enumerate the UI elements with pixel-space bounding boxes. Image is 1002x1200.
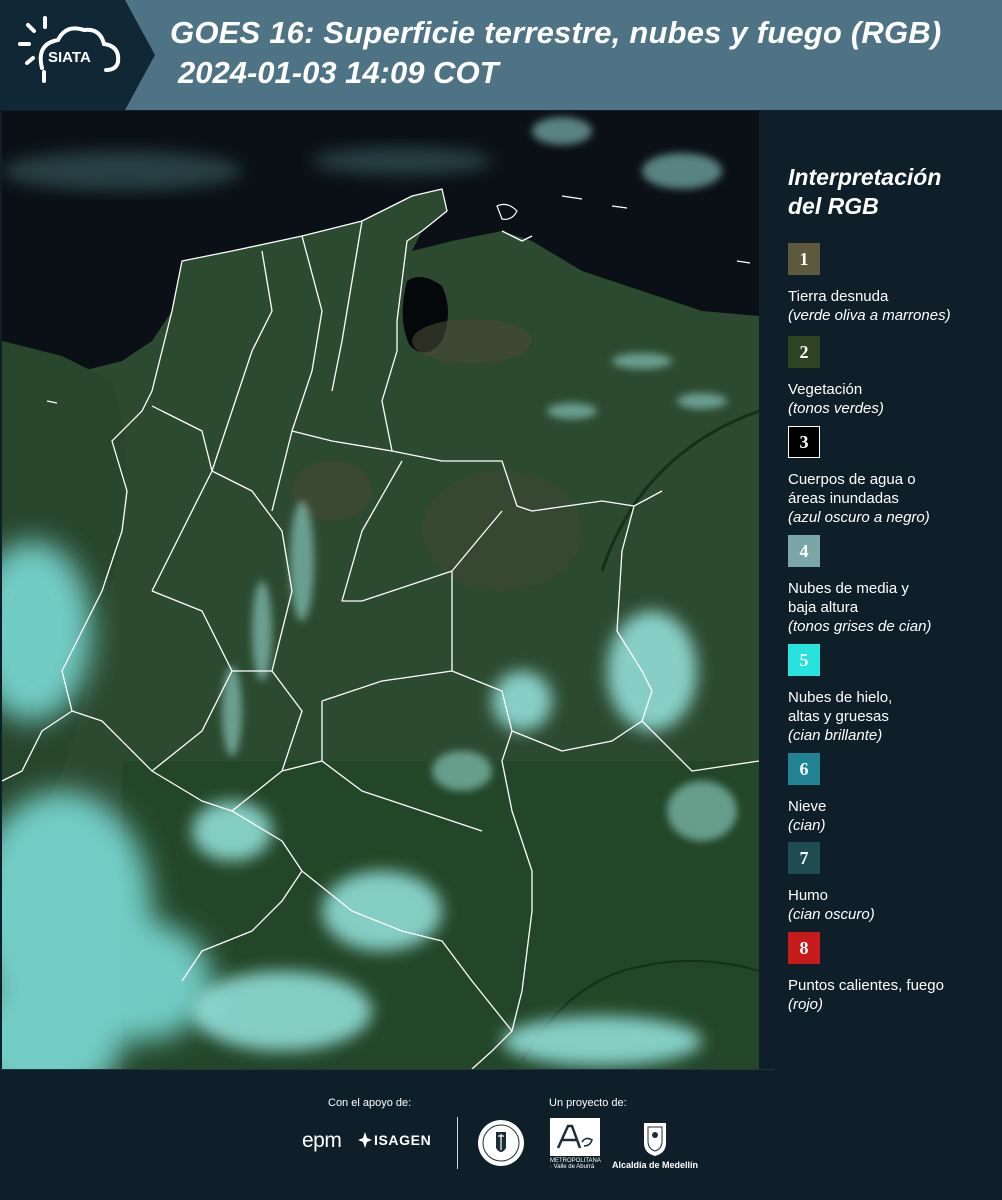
footer-vertical-divider bbox=[457, 1117, 458, 1169]
legend-label: Tierra desnuda bbox=[788, 288, 889, 305]
legend-desc: (azul oscuro a negro) bbox=[788, 509, 930, 526]
header-bar: SIATA GOES 16: Superficie terrestre, nub… bbox=[0, 0, 1002, 110]
area-metropolitana-logo-icon bbox=[550, 1118, 600, 1161]
legend-swatch-6: 6 bbox=[788, 753, 820, 785]
legend-desc: (tonos verdes) bbox=[788, 400, 884, 417]
legend-swatch-8: 8 bbox=[788, 932, 820, 964]
legend-swatch-3: 3 bbox=[788, 426, 820, 458]
legend-label: Puntos calientes, fuego bbox=[788, 977, 944, 994]
legend-label: Nubes de media y bbox=[788, 580, 909, 597]
legend-desc: (rojo) bbox=[788, 996, 824, 1013]
legend-title-line2: del RGB bbox=[788, 193, 879, 219]
legend-swatch-5: 5 bbox=[788, 644, 820, 676]
alcaldia-shield-icon bbox=[642, 1119, 668, 1162]
legend-item-bare-soil: 1 Tierra desnuda (verde oliva a marrones… bbox=[788, 243, 998, 325]
legend-label: Nubes de hielo, bbox=[788, 689, 893, 706]
alcaldia-text: Alcaldía de Medellín bbox=[612, 1160, 699, 1170]
legend-label: Cuerpos de agua o bbox=[788, 471, 916, 488]
footer-divider bbox=[0, 1069, 775, 1070]
legend-item-vegetation: 2 Vegetación (tonos verdes) bbox=[788, 336, 998, 418]
page-title: GOES 16: Superficie terrestre, nubes y f… bbox=[170, 15, 942, 50]
legend-desc: (cian brillante) bbox=[788, 727, 883, 744]
isagen-icon bbox=[358, 1132, 372, 1148]
satellite-map bbox=[2, 111, 759, 1069]
legend-panel: Interpretación del RGB 1 Tierra desnuda … bbox=[762, 111, 1002, 1069]
support-label: Con el apoyo de: bbox=[328, 1097, 412, 1109]
legend-item-water: 3 Cuerpos de agua o áreas inundadas (azu… bbox=[788, 426, 998, 527]
legend-title-line1: Interpretación bbox=[788, 164, 942, 190]
legend-label: Nieve bbox=[788, 798, 827, 815]
siata-logo: SIATA bbox=[0, 0, 155, 110]
legend-item-mid-clouds: 4 Nubes de media y baja altura (tonos gr… bbox=[788, 535, 998, 636]
legend-swatch-2: 2 bbox=[788, 336, 820, 368]
legend-swatch-1: 1 bbox=[788, 243, 820, 275]
legend-label-2: áreas inundadas bbox=[788, 490, 899, 507]
legend-swatch-4: 4 bbox=[788, 535, 820, 567]
siata-logo-text: SIATA bbox=[48, 49, 91, 66]
legend-item-smoke: 7 Humo (cian oscuro) bbox=[788, 842, 998, 924]
legend-label: Vegetación bbox=[788, 381, 863, 398]
legend-desc: (cian oscuro) bbox=[788, 906, 875, 923]
legend-desc: (cian) bbox=[788, 817, 826, 834]
legend-desc: (tonos grises de cian) bbox=[788, 618, 932, 635]
project-label: Un proyecto de: bbox=[549, 1097, 627, 1109]
legend-label-2: altas y gruesas bbox=[788, 708, 889, 725]
legend-label: Humo bbox=[788, 887, 829, 904]
legend-title: Interpretación del RGB bbox=[788, 163, 998, 221]
legend-desc: (verde oliva a marrones) bbox=[788, 307, 951, 324]
legend-item-fire: 8 Puntos calientes, fuego (rojo) bbox=[788, 932, 998, 1014]
legend-item-snow: 6 Nieve (cian) bbox=[788, 753, 998, 835]
isagen-text: ISAGEN bbox=[374, 1132, 432, 1148]
epm-logo: epm bbox=[302, 1129, 342, 1152]
legend-item-ice-clouds: 5 Nubes de hielo, altas y gruesas (cian … bbox=[788, 644, 998, 745]
legend-label-2: baja altura bbox=[788, 599, 859, 616]
footer: Con el apoyo de: Un proyecto de: epm ISA… bbox=[0, 1069, 1002, 1200]
university-seal-icon bbox=[476, 1118, 526, 1173]
legend-swatch-7: 7 bbox=[788, 842, 820, 874]
area-metropolitana-text: METROPOLITANA · Valle de Aburrá bbox=[550, 1158, 601, 1170]
timestamp: 2024-01-03 14:09 COT bbox=[178, 55, 499, 90]
